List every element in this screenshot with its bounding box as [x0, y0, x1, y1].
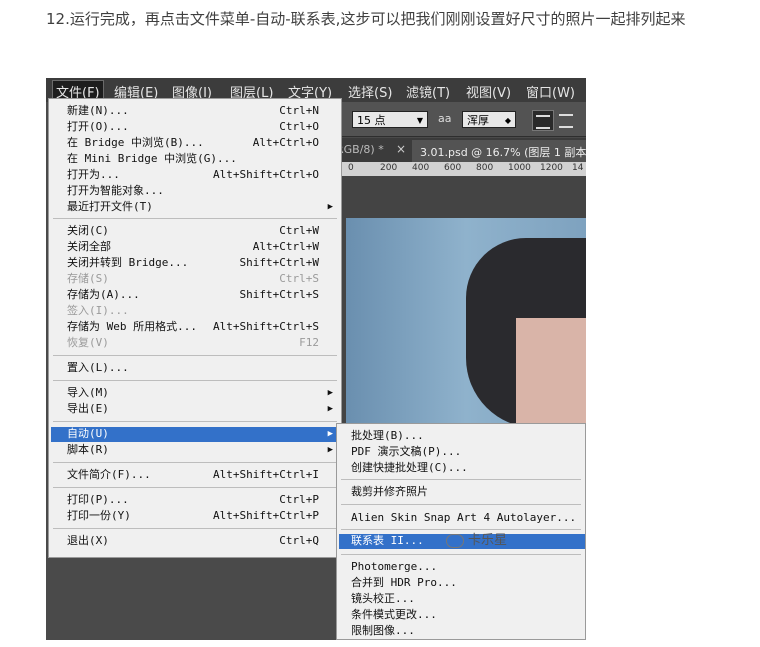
menu-separator — [53, 421, 337, 422]
submenu-arrow-icon: ▶ — [327, 429, 333, 439]
menu-item-close-go-bridge[interactable]: 关闭并转到 Bridge... Shift+Ctrl+W — [67, 255, 333, 271]
align-left-icon[interactable] — [532, 110, 554, 131]
menu-item-print-one-copy[interactable]: 打印一份(Y) Alt+Shift+Ctrl+P — [67, 508, 333, 524]
menu-item-recent-files[interactable]: 最近打开文件(T) ▶ — [67, 199, 333, 215]
submenu-arrow-icon: ▶ — [327, 202, 333, 212]
menu-view[interactable]: 视图(V) — [466, 82, 511, 101]
menu-item-create-droplet[interactable]: 创建快捷批处理(C)... — [351, 460, 577, 476]
menu-item-import[interactable]: 导入(M) ▶ — [67, 385, 333, 401]
menu-separator — [53, 528, 337, 529]
submenu-arrow-icon: ▶ — [327, 404, 333, 414]
menu-item-file-info[interactable]: 文件简介(F)... Alt+Shift+Ctrl+I — [67, 467, 333, 483]
align-center-icon[interactable] — [556, 110, 576, 129]
menu-item-fit-image[interactable]: 限制图像... — [351, 623, 577, 639]
photoshop-screenshot: 文件(F) 编辑(E) 图像(I) 图层(L) 文字(Y) 选择(S) 滤镜(T… — [46, 78, 586, 640]
wechat-icon — [446, 533, 464, 548]
watermark: 卡乐星 — [446, 529, 507, 548]
menu-item-conditional-mode[interactable]: 条件模式更改... — [351, 607, 577, 623]
menu-item-save-for-web[interactable]: 存储为 Web 所用格式... Alt+Shift+Ctrl+S — [67, 319, 333, 335]
menu-item-close[interactable]: 关闭(C) Ctrl+W — [67, 223, 333, 239]
menu-item-save: 存储(S) Ctrl+S — [67, 272, 319, 285]
menu-item-open[interactable]: 打开(O)... Ctrl+O — [67, 119, 333, 135]
menu-item-batch[interactable]: 批处理(B)... — [351, 428, 577, 444]
menu-item-alien-skin[interactable]: Alien Skin Snap Art 4 Autolayer... — [351, 510, 577, 526]
menu-item-exit[interactable]: 退出(X) Ctrl+Q — [67, 533, 333, 549]
tutorial-caption: 12.运行完成，再点击文件菜单-自动-联系表,这步可以把我们刚刚设置好尺寸的照片… — [46, 10, 686, 28]
menu-item-automate[interactable]: 自动(U) ▶ — [67, 426, 333, 442]
menu-window[interactable]: 窗口(W) — [526, 82, 575, 101]
menu-item-save-as[interactable]: 存储为(A)... Shift+Ctrl+S — [67, 287, 333, 303]
tab-active-document[interactable]: 3.01.psd @ 16.7% (图层 1 副本 — [412, 140, 586, 162]
ruler-label: 1000 — [508, 163, 531, 173]
menu-item-open-as[interactable]: 打开为... Alt+Shift+Ctrl+O — [67, 167, 333, 183]
tab-previous[interactable]: RGB/8) * — [336, 143, 384, 156]
menu-separator — [341, 479, 581, 480]
menu-item-merge-hdr[interactable]: 合并到 HDR Pro... — [351, 575, 577, 591]
chevron-updown-icon: ◆ — [504, 116, 511, 125]
menu-item-open-smart-object[interactable]: 打开为智能对象... — [67, 183, 333, 199]
menu-separator — [341, 554, 581, 555]
file-menu-dropdown: 新建(N)... Ctrl+N 打开(O)... Ctrl+O 在 Bridge 中… — [48, 98, 342, 558]
ruler-label: 1200 — [540, 163, 563, 173]
ruler-label: 800 — [476, 163, 494, 173]
anti-alias-icon: aa — [438, 112, 452, 125]
menu-separator — [53, 355, 337, 356]
menu-item-photomerge[interactable]: Photomerge... — [351, 559, 577, 575]
menu-item-lens-correction[interactable]: 镜头校正... — [351, 591, 577, 607]
menu-item-new[interactable]: 新建(N)... Ctrl+N — [67, 103, 333, 119]
menu-item-print[interactable]: 打印(P)... Ctrl+P — [67, 492, 333, 508]
menu-item-browse-bridge[interactable]: 在 Bridge 中浏览(B)... Alt+Ctrl+O — [67, 135, 333, 151]
menu-separator — [53, 218, 337, 219]
menu-item-browse-mini-bridge[interactable]: 在 Mini Bridge 中浏览(G)... — [67, 151, 333, 167]
menu-separator — [341, 504, 581, 505]
submenu-arrow-icon: ▶ — [327, 388, 333, 398]
pixelated-face — [516, 318, 586, 438]
menu-item-place[interactable]: 置入(L)... — [67, 360, 333, 376]
chevron-down-icon: ▼ — [416, 116, 423, 125]
font-size-select[interactable]: 15 点 ▼ — [352, 111, 428, 128]
menu-item-scripts[interactable]: 脚本(R) ▶ — [67, 442, 333, 458]
menu-item-close-all[interactable]: 关闭全部 Alt+Ctrl+W — [67, 239, 333, 255]
menu-item-check-in: 签入(I)... — [67, 304, 129, 317]
document-tabs: RGB/8) * × 3.01.psd @ 16.7% (图层 1 副本 — [336, 138, 586, 162]
close-icon[interactable]: × — [396, 142, 406, 156]
menu-select[interactable]: 选择(S) — [348, 82, 392, 101]
anti-alias-select[interactable]: 浑厚 ◆ — [462, 111, 516, 128]
horizontal-ruler: 0 200 400 600 800 1000 1200 14 — [342, 162, 586, 177]
ruler-label: 14 — [572, 163, 584, 173]
ruler-label: 400 — [412, 163, 430, 173]
menu-separator — [53, 487, 337, 488]
ruler-label: 0 — [348, 163, 354, 173]
options-bar: 15 点 ▼ aa 浑厚 ◆ — [342, 102, 586, 137]
ruler-label: 200 — [380, 163, 398, 173]
menu-item-crop-straighten[interactable]: 裁剪并修齐照片 — [351, 484, 577, 500]
menu-item-pdf-presentation[interactable]: PDF 演示文稿(P)... — [351, 444, 577, 460]
menu-item-revert: 恢复(V) F12 — [67, 336, 319, 349]
menu-item-export[interactable]: 导出(E) ▶ — [67, 401, 333, 417]
ruler-label: 600 — [444, 163, 462, 173]
submenu-arrow-icon: ▶ — [327, 445, 333, 455]
menu-separator — [53, 462, 337, 463]
menu-separator — [53, 380, 337, 381]
menu-filter[interactable]: 滤镜(T) — [406, 82, 450, 101]
